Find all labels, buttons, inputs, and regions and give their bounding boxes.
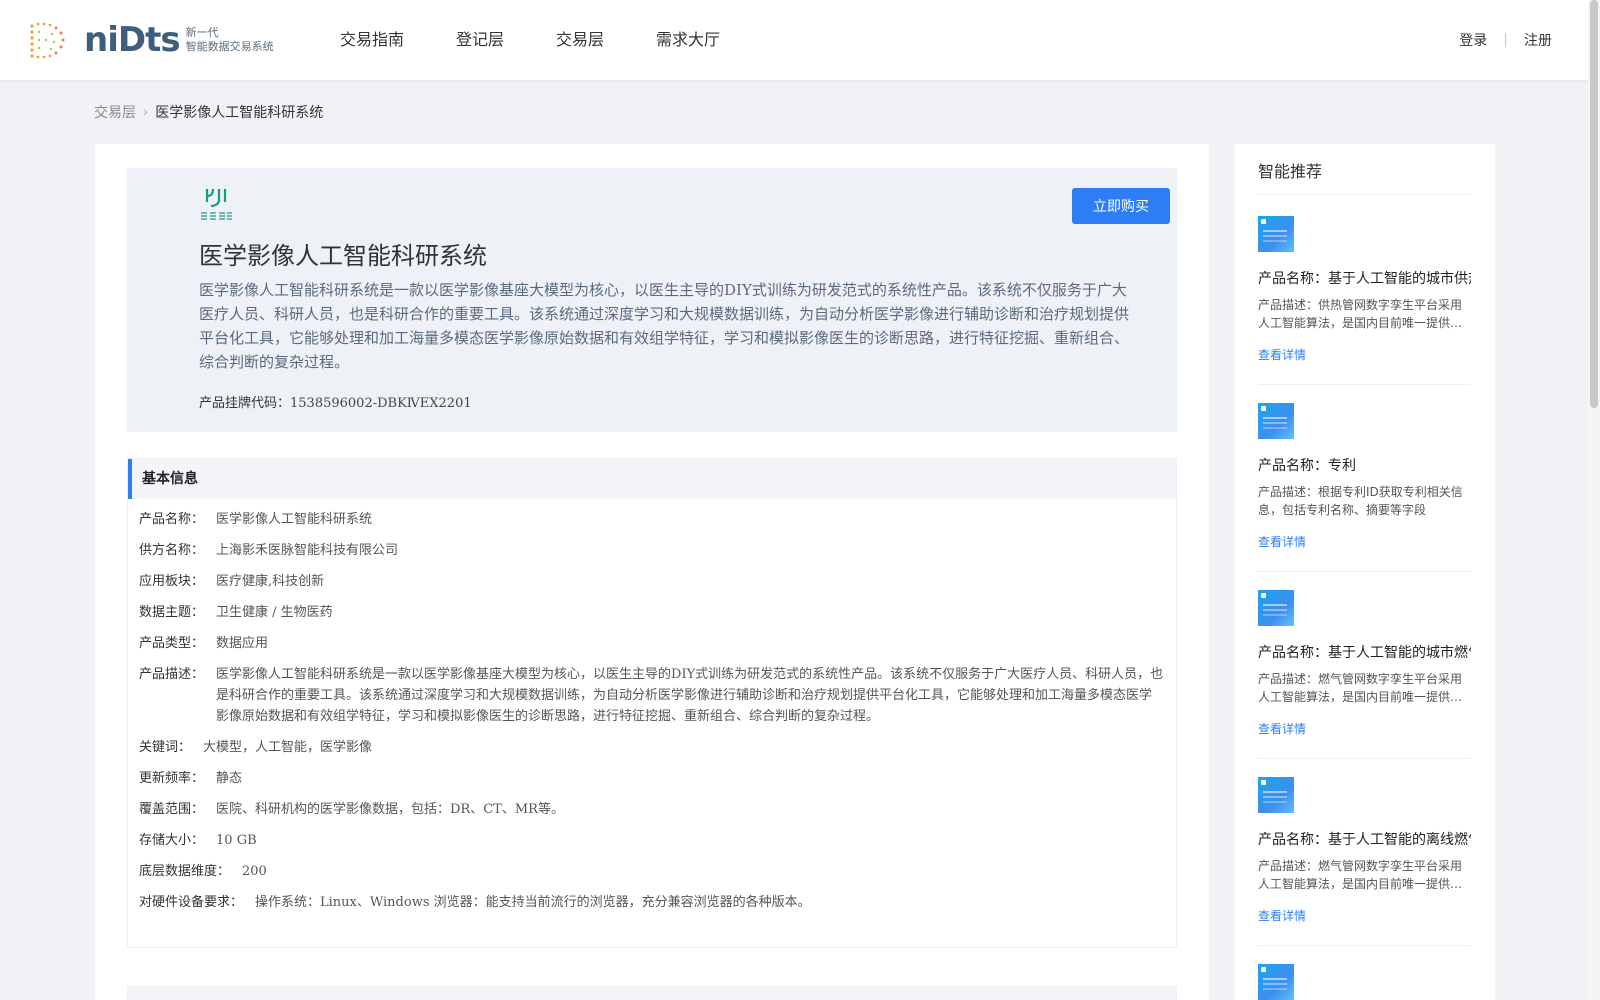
recommendation-name[interactable]: 产品名称：专利 xyxy=(1258,455,1471,475)
info-row-hardware: 对硬件设备要求： 操作系统：Linux、Windows 浏览器：能支持当前流行的浏… xyxy=(139,895,811,910)
recommendation-name[interactable]: 产品名称：基于人工智能的城市燃气管网数字孪生平台 xyxy=(1258,642,1471,662)
recommendation-name[interactable]: 产品名称：基于人工智能的城市供热管网数字孪生平台 xyxy=(1258,268,1471,288)
recommendation-sidebar: 智能推荐 产品名称：基于人工智能的城市供热管网数字孪生平台 产品描述：供热管网数… xyxy=(1235,144,1495,1000)
item-divider xyxy=(1258,758,1471,759)
supplier-logo-icon xyxy=(201,188,232,220)
recommendation-item[interactable]: 产品名称：基于人工智能的城市供热管网数字孪生平台 产品描述：供热管网数字孪生平台… xyxy=(1258,216,1471,403)
product-thumbnail[interactable] xyxy=(1258,403,1294,439)
info-row-keywords: 关键词： 大模型，人工智能，医学影像 xyxy=(139,740,373,755)
recommendation-desc: 产品描述：燃气管网数字孪生平台采用人工智能算法，是国内目前唯一提供城市燃气管网全… xyxy=(1258,672,1463,704)
info-row-storage-size: 存储大小： 10 GB xyxy=(139,833,257,848)
main-nav: 交易指南 登记层 交易层 需求大厅 xyxy=(340,0,772,80)
basic-info-section: 基本信息 产品名称： 医学影像人工智能科研系统 供方名称： 上海影禾医脉智能科技有限… xyxy=(127,458,1177,948)
info-row-coverage: 覆盖范围： 医院、科研机构的医学影像数据，包括：DR、CT、MR等。 xyxy=(139,802,564,817)
info-row-product-name: 产品名称： 医学影像人工智能科研系统 xyxy=(139,512,373,527)
basic-info-heading: 基本信息 xyxy=(128,459,1176,499)
page-scrollbar[interactable] xyxy=(1588,0,1600,1000)
next-section-heading xyxy=(127,986,1177,1000)
listing-code-label: 产品挂牌代码： xyxy=(199,396,291,411)
basic-info-list: 产品名称： 医学影像人工智能科研系统 供方名称： 上海影禾医脉智能科技有限公司 应用… xyxy=(128,499,1176,913)
view-details-link[interactable]: 查看详情 xyxy=(1258,720,1306,737)
listing-code: 产品挂牌代码：1538596002-DBKⅣEX2201 xyxy=(199,392,472,411)
auth-divider: | xyxy=(1503,32,1508,48)
view-details-link[interactable]: 查看详情 xyxy=(1258,533,1306,550)
recommendation-item[interactable] xyxy=(1258,964,1471,1000)
product-thumbnail[interactable] xyxy=(1258,777,1294,813)
recommendation-desc: 产品描述：燃气管网数字孪生平台采用人工智能算法，是国内目前唯一提供离线燃气管网仿… xyxy=(1258,859,1463,891)
info-row-sector: 应用板块： 医疗健康,科技创新 xyxy=(139,574,325,589)
auth-links: 登录 | 注册 xyxy=(1459,0,1552,80)
product-thumbnail[interactable] xyxy=(1258,216,1294,252)
site-logo[interactable]: niDts 新一代 智能数据交易系统 xyxy=(28,18,274,62)
product-thumbnail[interactable] xyxy=(1258,590,1294,626)
listing-code-value: 1538596002-DBKⅣEX2201 xyxy=(290,396,472,411)
info-row-description: 产品描述： 医学影像人工智能科研系统是一款以医学影像基座大模型为核心，以医生主导的… xyxy=(139,667,1164,724)
nav-registration-layer[interactable]: 登记层 xyxy=(456,0,504,80)
view-details-link[interactable]: 查看详情 xyxy=(1258,907,1306,924)
info-row-product-type: 产品类型： 数据应用 xyxy=(139,636,269,651)
logo-wordmark: niDts xyxy=(84,20,181,60)
chevron-right-icon: › xyxy=(143,104,149,120)
logo-tagline: 新一代 智能数据交易系统 xyxy=(185,26,274,53)
product-title: 医学影像人工智能科研系统 xyxy=(199,242,487,270)
nav-trading-guide[interactable]: 交易指南 xyxy=(340,0,404,80)
sidebar-divider xyxy=(1258,194,1471,195)
info-row-dimension: 底层数据维度： 200 xyxy=(139,864,267,879)
info-row-supplier: 供方名称： 上海影禾医脉智能科技有限公司 xyxy=(139,543,399,558)
sidebar-title: 智能推荐 xyxy=(1258,162,1323,181)
recommendation-desc: 产品描述：供热管网数字孪生平台采用人工智能算法，是国内目前唯一提供城市供热管网全… xyxy=(1258,298,1463,330)
recommendation-item[interactable]: 产品名称：专利 产品描述：根据专利ID获取专利相关信息，包括专利名称、摘要等字段… xyxy=(1258,403,1471,590)
view-details-link[interactable]: 查看详情 xyxy=(1258,346,1306,363)
product-detail-card: 医学影像人工智能科研系统 医学影像人工智能科研系统是一款以医学影像基座大模型为核… xyxy=(95,144,1209,1000)
register-link[interactable]: 注册 xyxy=(1524,30,1552,50)
recommendation-desc: 产品描述：根据专利ID获取专利相关信息，包括专利名称、摘要等字段 xyxy=(1258,485,1463,517)
product-thumbnail[interactable] xyxy=(1258,964,1294,1000)
info-row-data-topic: 数据主题： 卫生健康 / 生物医药 xyxy=(139,605,333,620)
scrollbar-thumb[interactable] xyxy=(1590,0,1598,408)
login-link[interactable]: 登录 xyxy=(1459,30,1487,50)
product-hero: 医学影像人工智能科研系统 医学影像人工智能科研系统是一款以医学影像基座大模型为核… xyxy=(127,168,1177,432)
recommendation-item[interactable]: 产品名称：基于人工智能的离线燃气管网仿真系统 产品描述：燃气管网数字孪生平台采用… xyxy=(1258,777,1471,964)
info-row-update-frequency: 更新频率： 静态 xyxy=(139,771,243,786)
top-header: niDts 新一代 智能数据交易系统 交易指南 登记层 交易层 需求大厅 登录 … xyxy=(0,0,1600,80)
item-divider xyxy=(1258,945,1471,946)
item-divider xyxy=(1258,571,1471,572)
breadcrumb-parent[interactable]: 交易层 xyxy=(94,102,136,122)
nav-demand-hall[interactable]: 需求大厅 xyxy=(656,0,720,80)
buy-now-button[interactable]: 立即购买 xyxy=(1072,188,1170,224)
breadcrumb: 交易层 › 医学影像人工智能科研系统 xyxy=(94,102,323,122)
recommendation-name[interactable]: 产品名称：基于人工智能的离线燃气管网仿真系统 xyxy=(1258,829,1471,849)
product-description: 医学影像人工智能科研系统是一款以医学影像基座大模型为核心，以医生主导的DIY式训… xyxy=(199,281,1130,371)
logo-dotted-d-icon xyxy=(30,22,65,59)
item-divider xyxy=(1258,384,1471,385)
breadcrumb-current: 医学影像人工智能科研系统 xyxy=(155,105,324,121)
nav-trading-layer[interactable]: 交易层 xyxy=(556,0,604,80)
recommendation-item[interactable]: 产品名称：基于人工智能的城市燃气管网数字孪生平台 产品描述：燃气管网数字孪生平台… xyxy=(1258,590,1471,777)
